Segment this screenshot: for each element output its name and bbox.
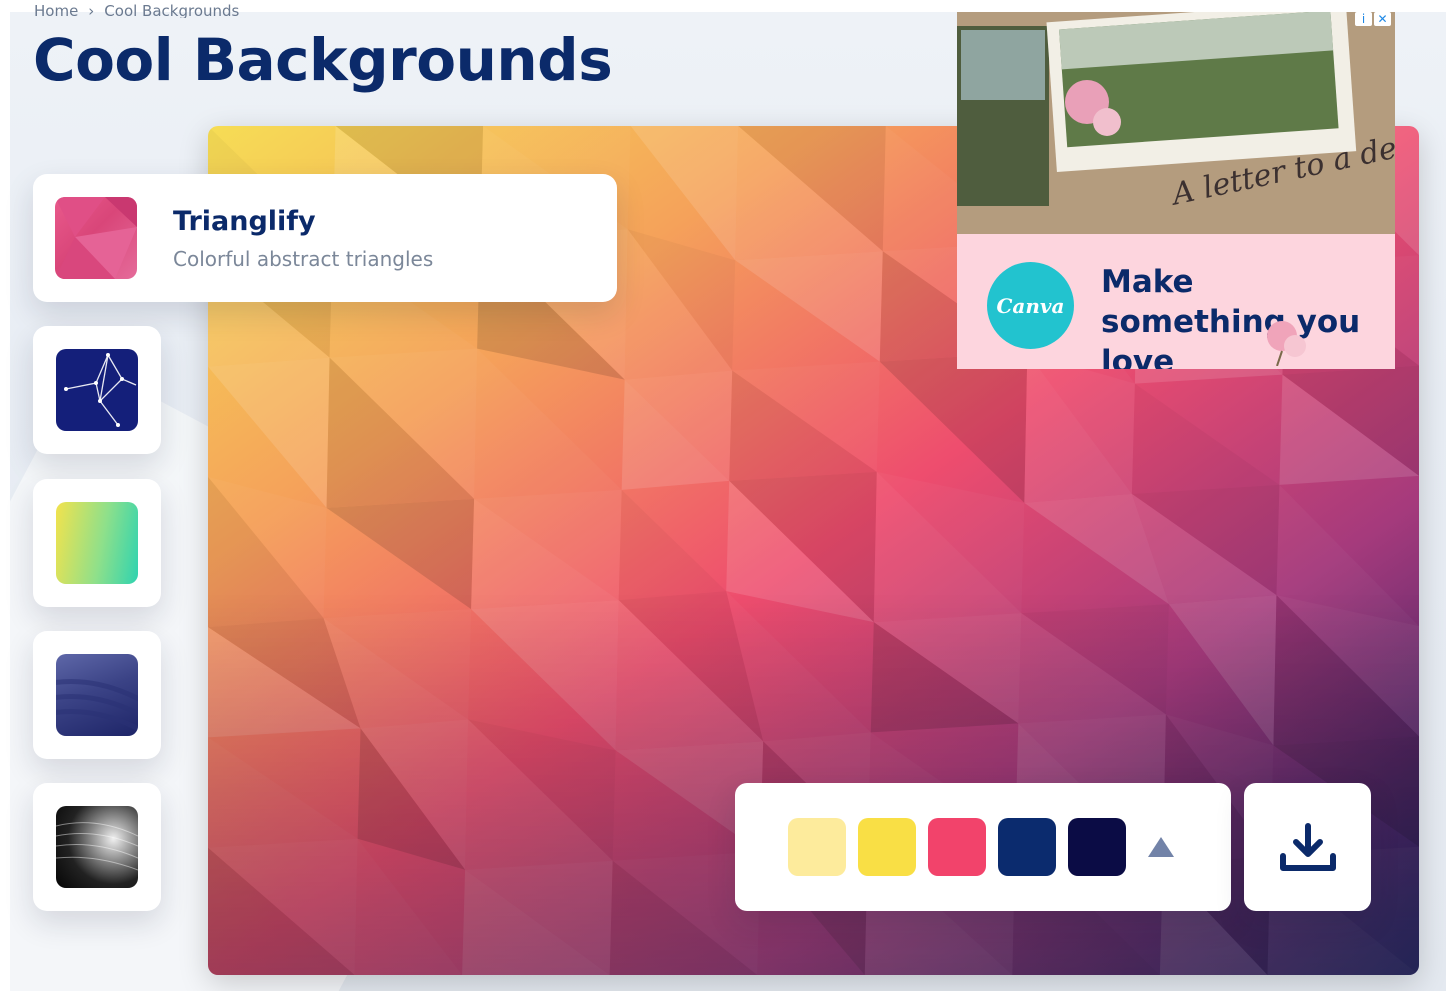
breadcrumb-current: Cool Backgrounds <box>104 4 240 18</box>
style-option-constellation[interactable] <box>33 326 161 454</box>
style-option-monochrome[interactable] <box>33 783 161 911</box>
gradient-thumbnail <box>56 502 138 584</box>
ad-badges: i ✕ <box>1355 12 1391 26</box>
color-palette <box>735 783 1231 911</box>
style-option-gradient[interactable] <box>33 479 161 607</box>
breadcrumb: Home › Cool Backgrounds <box>34 4 239 18</box>
triangle-up-icon[interactable] <box>1148 837 1174 857</box>
breadcrumb-home-link[interactable]: Home <box>34 4 78 18</box>
color-swatch-dark-navy[interactable] <box>1068 818 1126 876</box>
trianglify-thumbnail <box>55 197 137 279</box>
ad-banner: Canva Make something you love <box>957 234 1395 369</box>
ad-collage-photo: A letter to a dear friend <box>957 12 1395 234</box>
download-icon <box>1279 823 1336 871</box>
download-button[interactable] <box>1244 783 1371 911</box>
color-swatch-pink[interactable] <box>928 818 986 876</box>
color-swatch-yellow[interactable] <box>858 818 916 876</box>
color-swatch-light-yellow[interactable] <box>788 818 846 876</box>
style-title: Trianglify <box>173 205 316 237</box>
page-title: Cool Backgrounds <box>33 26 613 94</box>
monochrome-thumbnail <box>56 806 138 888</box>
constellation-thumbnail <box>56 349 138 431</box>
ad-close-icon[interactable]: ✕ <box>1374 12 1391 26</box>
trianglify-style-card[interactable]: Trianglify Colorful abstract triangles <box>33 174 617 302</box>
style-option-waves[interactable] <box>33 631 161 759</box>
canva-logo: Canva <box>987 262 1074 349</box>
ad-info-icon[interactable]: i <box>1355 12 1372 26</box>
color-swatch-navy[interactable] <box>998 818 1056 876</box>
ad-headline: Make something you love <box>1101 264 1361 369</box>
canva-advertisement[interactable]: A letter to a dear friend Canva Make som… <box>957 12 1395 369</box>
flower-icon <box>1267 321 1306 366</box>
style-subtitle: Colorful abstract triangles <box>173 246 434 271</box>
waves-thumbnail <box>56 654 138 736</box>
breadcrumb-separator: › <box>88 4 95 18</box>
